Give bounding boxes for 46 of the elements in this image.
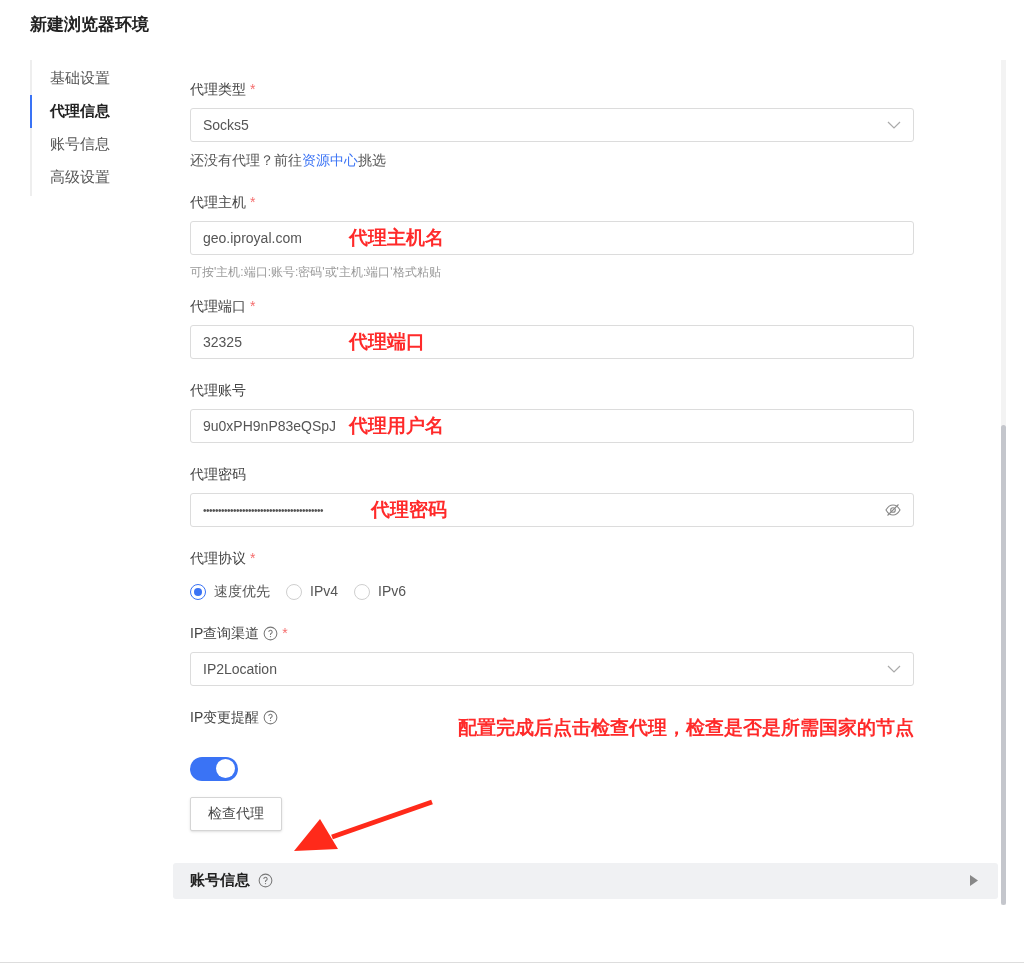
radio-label: IPv4 bbox=[310, 582, 338, 601]
annotation-text: 代理密码 bbox=[371, 497, 448, 522]
section-title: 账号信息 bbox=[190, 870, 250, 891]
required-mark: * bbox=[250, 192, 256, 212]
select-field[interactable]: IP2Location bbox=[190, 652, 914, 686]
required-mark: * bbox=[250, 79, 256, 99]
field-label: IP变更提醒 bbox=[190, 707, 260, 727]
radio-label: 速度优先 bbox=[214, 582, 270, 601]
annotation-text: 代理主机名 bbox=[349, 225, 444, 250]
page-title: 新建浏览器环境 bbox=[30, 15, 149, 34]
select-field[interactable]: Socks5 bbox=[190, 108, 914, 142]
field-label: 代理账号 bbox=[190, 380, 246, 400]
chevron-down-icon bbox=[887, 121, 901, 129]
nav-item[interactable]: 账号信息 bbox=[30, 128, 173, 161]
help-icon[interactable] bbox=[263, 625, 279, 641]
password-field[interactable]: •••••••••••••••••••••••••••••••••••••••• 代理密码 bbox=[190, 493, 914, 527]
nav-item[interactable]: 基础设置 bbox=[30, 62, 173, 95]
chevron-down-icon bbox=[887, 665, 901, 673]
nav-item[interactable]: 高级设置 bbox=[30, 161, 173, 194]
field-label: 代理主机 bbox=[190, 192, 246, 212]
required-mark: * bbox=[282, 623, 288, 643]
input-field[interactable]: 32325 代理端口 bbox=[190, 325, 914, 359]
section-header[interactable]: 账号信息 bbox=[173, 862, 998, 899]
input-field[interactable]: geo.iproyal.com 代理主机名 bbox=[190, 221, 914, 255]
annotation-text: 代理端口 bbox=[349, 329, 425, 354]
nav-item[interactable]: 代理信息 bbox=[30, 95, 173, 128]
field-label: IP查询渠道 bbox=[190, 623, 260, 643]
caret-icon bbox=[970, 875, 978, 886]
annotation-text: 代理用户名 bbox=[349, 413, 444, 438]
resource-center-link[interactable]: 资源中心 bbox=[302, 152, 358, 168]
hint-text: 还没有代理？前往资源中心挑选 bbox=[190, 151, 387, 170]
required-mark: * bbox=[250, 548, 256, 568]
radio-label: IPv6 bbox=[378, 582, 407, 601]
help-icon[interactable] bbox=[263, 709, 279, 725]
field-label: 代理类型 bbox=[190, 79, 246, 99]
annotation-text: 配置完成后点击检查代理，检查是否是所需国家的节点 bbox=[458, 716, 914, 740]
toggle-switch[interactable] bbox=[190, 756, 238, 781]
field-label: 代理端口 bbox=[190, 296, 246, 316]
input-field[interactable]: 9u0xPH9nP83eQSpJ 代理用户名 bbox=[190, 409, 914, 443]
check-proxy-button[interactable]: 检查代理 bbox=[190, 796, 282, 831]
hint-text: 可按'主机:端口:账号:密码'或'主机:端口'格式粘贴 bbox=[190, 264, 442, 281]
field-label: 代理密码 bbox=[190, 464, 246, 484]
required-mark: * bbox=[250, 296, 256, 316]
eye-off-icon[interactable] bbox=[885, 503, 901, 517]
help-icon[interactable] bbox=[258, 873, 273, 888]
field-label: 代理协议 bbox=[190, 548, 246, 568]
